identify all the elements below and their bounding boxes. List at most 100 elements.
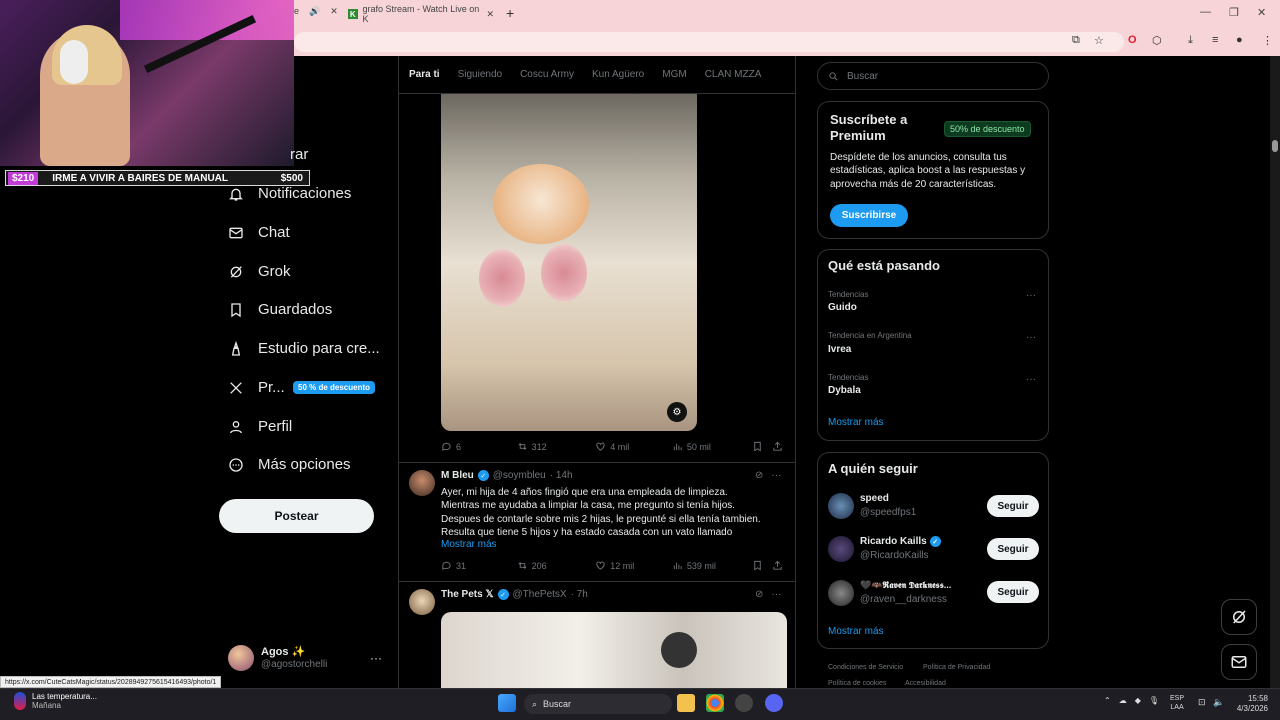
more-icon[interactable]: ···	[1026, 332, 1036, 343]
timeline[interactable]: Para ti Siguiendo Coscu Army Kun Agüero …	[398, 56, 796, 688]
tab-para-ti[interactable]: Para ti	[399, 69, 449, 80]
more-icon[interactable]: ···	[771, 470, 781, 481]
footer-link[interactable]: Política de cookies	[828, 680, 886, 687]
post-image-pet[interactable]	[441, 612, 787, 688]
avatar[interactable]	[228, 645, 254, 671]
dropbox-icon[interactable]: ◆	[1135, 696, 1141, 705]
author-name[interactable]: M Bleu	[441, 470, 474, 481]
repost-button[interactable]: 312	[517, 441, 596, 452]
post-time[interactable]: · 14h	[550, 470, 573, 481]
sidebar-item-bookmarks[interactable]: Guardados	[228, 301, 332, 318]
bookmark-button[interactable]	[752, 441, 772, 452]
more-icon[interactable]: ···	[1026, 374, 1036, 385]
address-bar[interactable]	[294, 32, 1124, 52]
volume-icon[interactable]: 🔈	[1213, 697, 1224, 708]
avatar[interactable]	[828, 580, 854, 606]
grok-icon[interactable]: ⊘	[755, 589, 763, 600]
share-button[interactable]	[772, 560, 783, 571]
follow-name[interactable]: 🖤🦇𝕽𝖆𝖛𝖊𝖓 𝕯𝖆𝖗𝖐𝖓𝖊𝖘𝖘...	[860, 580, 951, 591]
footer-link[interactable]: Accesibilidad	[905, 680, 946, 687]
tab-close-icon[interactable]: ✕	[330, 6, 338, 17]
messages-fab-button[interactable]	[1221, 644, 1257, 680]
close-window-button[interactable]: ✕	[1257, 6, 1266, 19]
sidebar-item-premium[interactable]: Pr...	[228, 379, 285, 396]
follow-name-row[interactable]: Ricardo Kaills ✓	[860, 536, 941, 547]
avatar[interactable]	[828, 536, 854, 562]
views-button[interactable]: 539 mil	[672, 560, 753, 571]
minimize-button[interactable]: —	[1200, 6, 1211, 18]
footer-link[interactable]: Política de Privacidad	[923, 664, 990, 671]
follow-button[interactable]: Seguir	[987, 581, 1039, 603]
grok-icon[interactable]: ⊘	[755, 470, 763, 481]
extensions-icon[interactable]: ⬡	[1152, 34, 1162, 47]
scrollbar-thumb[interactable]	[1272, 140, 1278, 152]
bookmark-button[interactable]	[752, 560, 772, 571]
windows-start-icon[interactable]	[498, 694, 516, 712]
follow-button[interactable]: Seguir	[987, 495, 1039, 517]
share-button[interactable]	[772, 441, 783, 452]
more-icon[interactable]: ···	[1026, 290, 1036, 301]
like-button[interactable]: 4 mil	[595, 441, 672, 452]
account-more-icon[interactable]: ···	[370, 651, 382, 665]
taskbar-search[interactable]: ⌕ Buscar	[524, 694, 672, 714]
sidebar-item-grok[interactable]: Grok	[228, 263, 291, 280]
mic-icon[interactable]: 🎙	[1149, 696, 1159, 705]
restore-button[interactable]: ❐	[1229, 6, 1239, 19]
trend-name[interactable]: Guido	[828, 302, 857, 313]
tab-coscu-army[interactable]: Coscu Army	[511, 69, 583, 80]
file-explorer-icon[interactable]	[677, 694, 695, 712]
profile-icon[interactable]: ●	[1236, 34, 1243, 46]
more-icon[interactable]: ···	[771, 589, 781, 600]
post-time[interactable]: · 7h	[571, 589, 588, 600]
trends-show-more[interactable]: Mostrar más	[828, 417, 884, 428]
avatar[interactable]	[409, 589, 435, 615]
app-icon[interactable]	[735, 694, 753, 712]
opera-icon[interactable]: O	[1128, 34, 1137, 46]
avatar[interactable]	[828, 493, 854, 519]
tab-kun-aguero[interactable]: Kun Agüero	[583, 69, 653, 80]
sidebar-item-notifications[interactable]: Notificaciones	[228, 185, 351, 202]
trend-name[interactable]: Ivrea	[828, 344, 851, 355]
speaker-icon[interactable]: 🔊	[309, 6, 320, 17]
follow-button[interactable]: Seguir	[987, 538, 1039, 560]
avatar[interactable]	[409, 470, 435, 496]
tab-siguiendo[interactable]: Siguiendo	[449, 69, 511, 80]
star-icon[interactable]: ☆	[1094, 34, 1104, 47]
media-icon[interactable]: ≡	[1212, 34, 1218, 46]
tab-partial[interactable]: e 🔊 ✕	[294, 6, 338, 17]
install-icon[interactable]: ⧉	[1072, 34, 1080, 47]
subscribe-button[interactable]: Suscribirse	[830, 204, 908, 227]
like-button[interactable]: 12 mil	[595, 560, 672, 571]
sidebar-item-creator-studio[interactable]: Estudio para cre...	[228, 340, 380, 357]
menu-icon[interactable]: ⋮	[1262, 34, 1273, 47]
search-input[interactable]: Buscar	[817, 62, 1049, 90]
app-tray-icon[interactable]: ☁	[1119, 696, 1127, 705]
chevron-up-icon[interactable]: ⌃	[1104, 696, 1111, 705]
account-name[interactable]: Agos ✨	[261, 645, 305, 658]
views-button[interactable]: 50 mil	[672, 441, 753, 452]
follow-show-more[interactable]: Mostrar más	[828, 626, 884, 637]
follow-name[interactable]: speed	[860, 493, 889, 504]
language-indicator[interactable]: ESP LAA	[1170, 694, 1184, 712]
download-icon[interactable]: ⤓	[1188, 34, 1193, 47]
clock[interactable]: 15:58 4/3/2026	[1228, 694, 1268, 714]
weather-widget[interactable]: Las temperatura... Mañana	[14, 692, 97, 710]
image-edit-icon[interactable]: ⚙	[667, 402, 687, 422]
author-name[interactable]: The Pets 𝕏	[441, 589, 494, 600]
sidebar-item-profile[interactable]: Perfil	[228, 418, 292, 435]
discord-icon[interactable]	[765, 694, 783, 712]
tab-kick-stream[interactable]: K grafo Stream - Watch Live on K ✕	[340, 3, 498, 25]
network-icon[interactable]: ⊡	[1198, 697, 1206, 708]
new-tab-button[interactable]: +	[506, 5, 514, 21]
chrome-icon[interactable]	[706, 694, 724, 712]
trend-name[interactable]: Dybala	[828, 385, 861, 396]
reply-button[interactable]: 6	[441, 441, 517, 452]
author-handle[interactable]: @soymbleu	[493, 470, 546, 481]
sidebar-item-partial[interactable]: rar	[290, 146, 308, 163]
reply-button[interactable]: 31	[441, 560, 517, 571]
repost-button[interactable]: 206	[517, 560, 596, 571]
post-button[interactable]: Postear	[219, 499, 374, 533]
post-image-cat[interactable]: ⚙	[441, 94, 697, 431]
tab-clan-mzza[interactable]: CLAN MZZA	[696, 69, 771, 80]
tab-close-icon[interactable]: ✕	[486, 9, 494, 20]
